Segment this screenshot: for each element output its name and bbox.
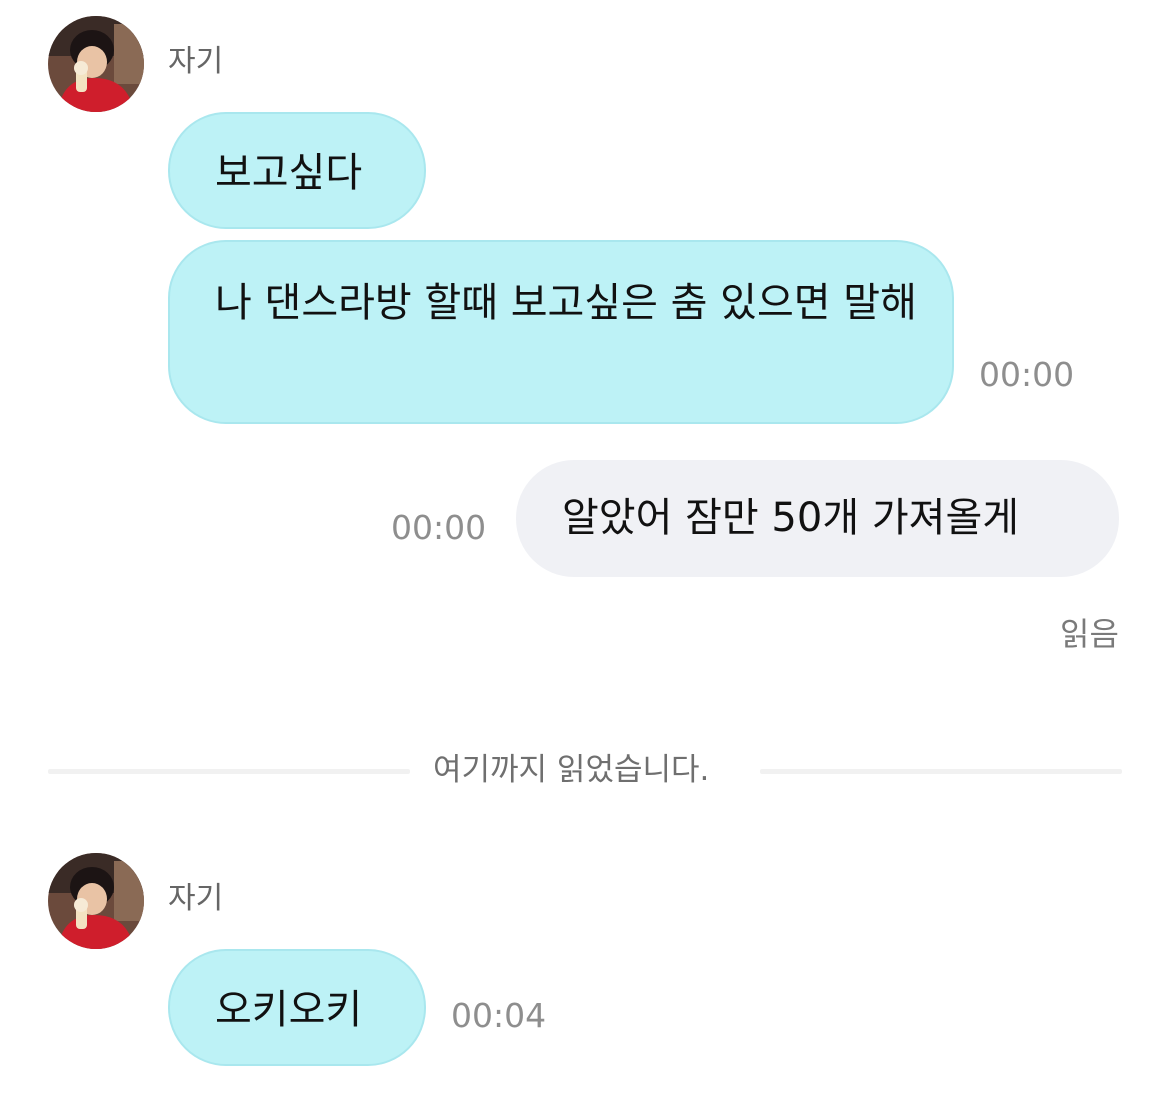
incoming-message-bubble[interactable]: 오키오키 bbox=[168, 949, 426, 1066]
read-marker-label: 여기까지 읽었습니다. bbox=[433, 752, 710, 788]
message-text: 알았어 잠만 50개 가져올게 bbox=[562, 495, 1020, 541]
message-text: 나 댄스라방 할때 보고싶은 춤 있으면 말해 bbox=[215, 280, 917, 326]
sender-name: 자기 bbox=[168, 44, 224, 79]
divider-line-right bbox=[760, 769, 1122, 774]
message-text: 보고싶다 bbox=[215, 150, 363, 196]
incoming-message-bubble[interactable]: 나 댄스라방 할때 보고싶은 춤 있으면 말해 bbox=[168, 240, 954, 424]
sender-avatar[interactable] bbox=[48, 853, 144, 949]
incoming-message-bubble[interactable]: 보고싶다 bbox=[168, 112, 426, 229]
divider-line-left bbox=[48, 769, 410, 774]
message-timestamp: 00:04 bbox=[451, 996, 547, 1035]
message-text: 오키오키 bbox=[215, 987, 363, 1033]
sender-avatar[interactable] bbox=[48, 16, 144, 112]
outgoing-message-bubble[interactable]: 알았어 잠만 50개 가져올게 bbox=[516, 460, 1119, 577]
avatar-photo-icon bbox=[48, 16, 144, 112]
message-timestamp: 00:00 bbox=[979, 355, 1075, 394]
message-timestamp: 00:00 bbox=[391, 508, 487, 547]
sender-name: 자기 bbox=[168, 881, 224, 916]
avatar-photo-icon bbox=[48, 853, 144, 949]
read-status: 읽음 bbox=[1060, 615, 1119, 653]
